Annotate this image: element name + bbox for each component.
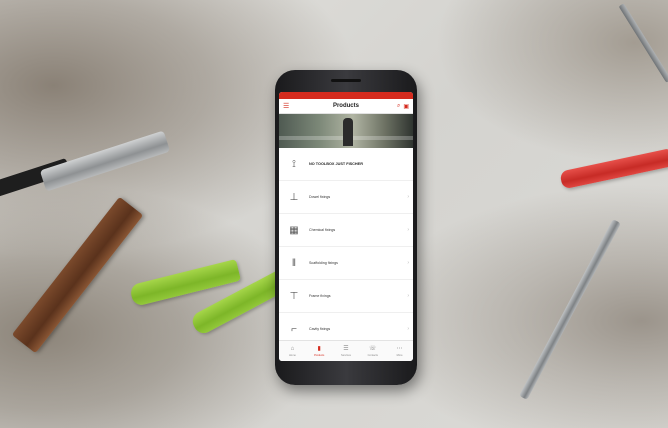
- nav-more[interactable]: ⋯ More: [386, 341, 413, 361]
- list-item-label: Chemical fixings: [309, 228, 336, 232]
- nav-label: Home: [288, 353, 296, 357]
- smartphone: ☰ Products ⌕ ▣ ⟟ NO TOOLBOX JUST FISCHER…: [275, 70, 417, 385]
- hamburger-icon[interactable]: ☰: [283, 102, 295, 110]
- nav-label: Services: [341, 353, 351, 357]
- phone-screen: ☰ Products ⌕ ▣ ⟟ NO TOOLBOX JUST FISCHER…: [279, 92, 413, 361]
- list-item-label: Dowel fixings: [309, 195, 331, 199]
- chevron-right-icon: ›: [407, 194, 409, 200]
- products-icon: ▮: [317, 345, 321, 352]
- list-item-label: Cavity fixings: [309, 327, 331, 331]
- nav-label: More: [396, 353, 403, 357]
- cavity-icon: ⌐: [291, 323, 297, 335]
- hero-banner[interactable]: [279, 114, 413, 148]
- home-icon: ⌂: [290, 345, 295, 352]
- wall-plug-icon: ⟟: [292, 158, 296, 170]
- chevron-right-icon: ›: [407, 260, 409, 266]
- app-bar: ☰ Products ⌕ ▣: [279, 99, 413, 114]
- page-title: Products: [332, 103, 359, 109]
- nav-products[interactable]: ▮ Products: [306, 341, 333, 361]
- dowel-icon: ⊥: [289, 191, 299, 203]
- nav-home[interactable]: ⌂ Home: [279, 341, 306, 361]
- nav-label: Products: [314, 353, 325, 357]
- contacts-icon: ☏: [369, 345, 377, 352]
- chevron-right-icon: ›: [407, 326, 409, 332]
- more-icon: ⋯: [396, 345, 403, 352]
- nav-services[interactable]: ☰ Services: [333, 341, 360, 361]
- chevron-right-icon: ›: [407, 293, 409, 299]
- nav-label: Contacts: [367, 353, 378, 357]
- phone-speaker: [331, 79, 361, 82]
- hero-worker: [343, 118, 353, 146]
- list-item-label: NO TOOLBOX JUST FISCHER: [309, 162, 363, 166]
- list-item-label: Scaffolding fixings: [309, 261, 338, 265]
- list-item[interactable]: ⊥ Dowel fixings ›: [279, 181, 413, 214]
- search-icon[interactable]: ⌕: [397, 103, 400, 110]
- chemical-icon: ▦: [289, 224, 299, 236]
- product-list: ⟟ NO TOOLBOX JUST FISCHER ⊥ Dowel fixing…: [279, 148, 413, 346]
- scaffold-icon: ‖: [291, 257, 297, 269]
- app-bar-actions: ⌕ ▣: [397, 103, 409, 110]
- nav-contacts[interactable]: ☏ Contacts: [359, 341, 386, 361]
- status-bar: [279, 92, 413, 99]
- list-item-label: Frame fixings: [309, 294, 331, 298]
- list-item[interactable]: ▦ Chemical fixings ›: [279, 214, 413, 247]
- chevron-right-icon: ›: [407, 227, 409, 233]
- cart-icon[interactable]: ▣: [403, 103, 409, 110]
- services-icon: ☰: [343, 345, 349, 352]
- bottom-nav: ⌂ Home ▮ Products ☰ Services ☏ Contacts …: [279, 340, 413, 361]
- frame-icon: ⊤: [289, 290, 299, 302]
- list-item[interactable]: ‖ Scaffolding fixings ›: [279, 247, 413, 280]
- list-item[interactable]: ⟟ NO TOOLBOX JUST FISCHER: [279, 148, 413, 181]
- list-item[interactable]: ⊤ Frame fixings ›: [279, 280, 413, 313]
